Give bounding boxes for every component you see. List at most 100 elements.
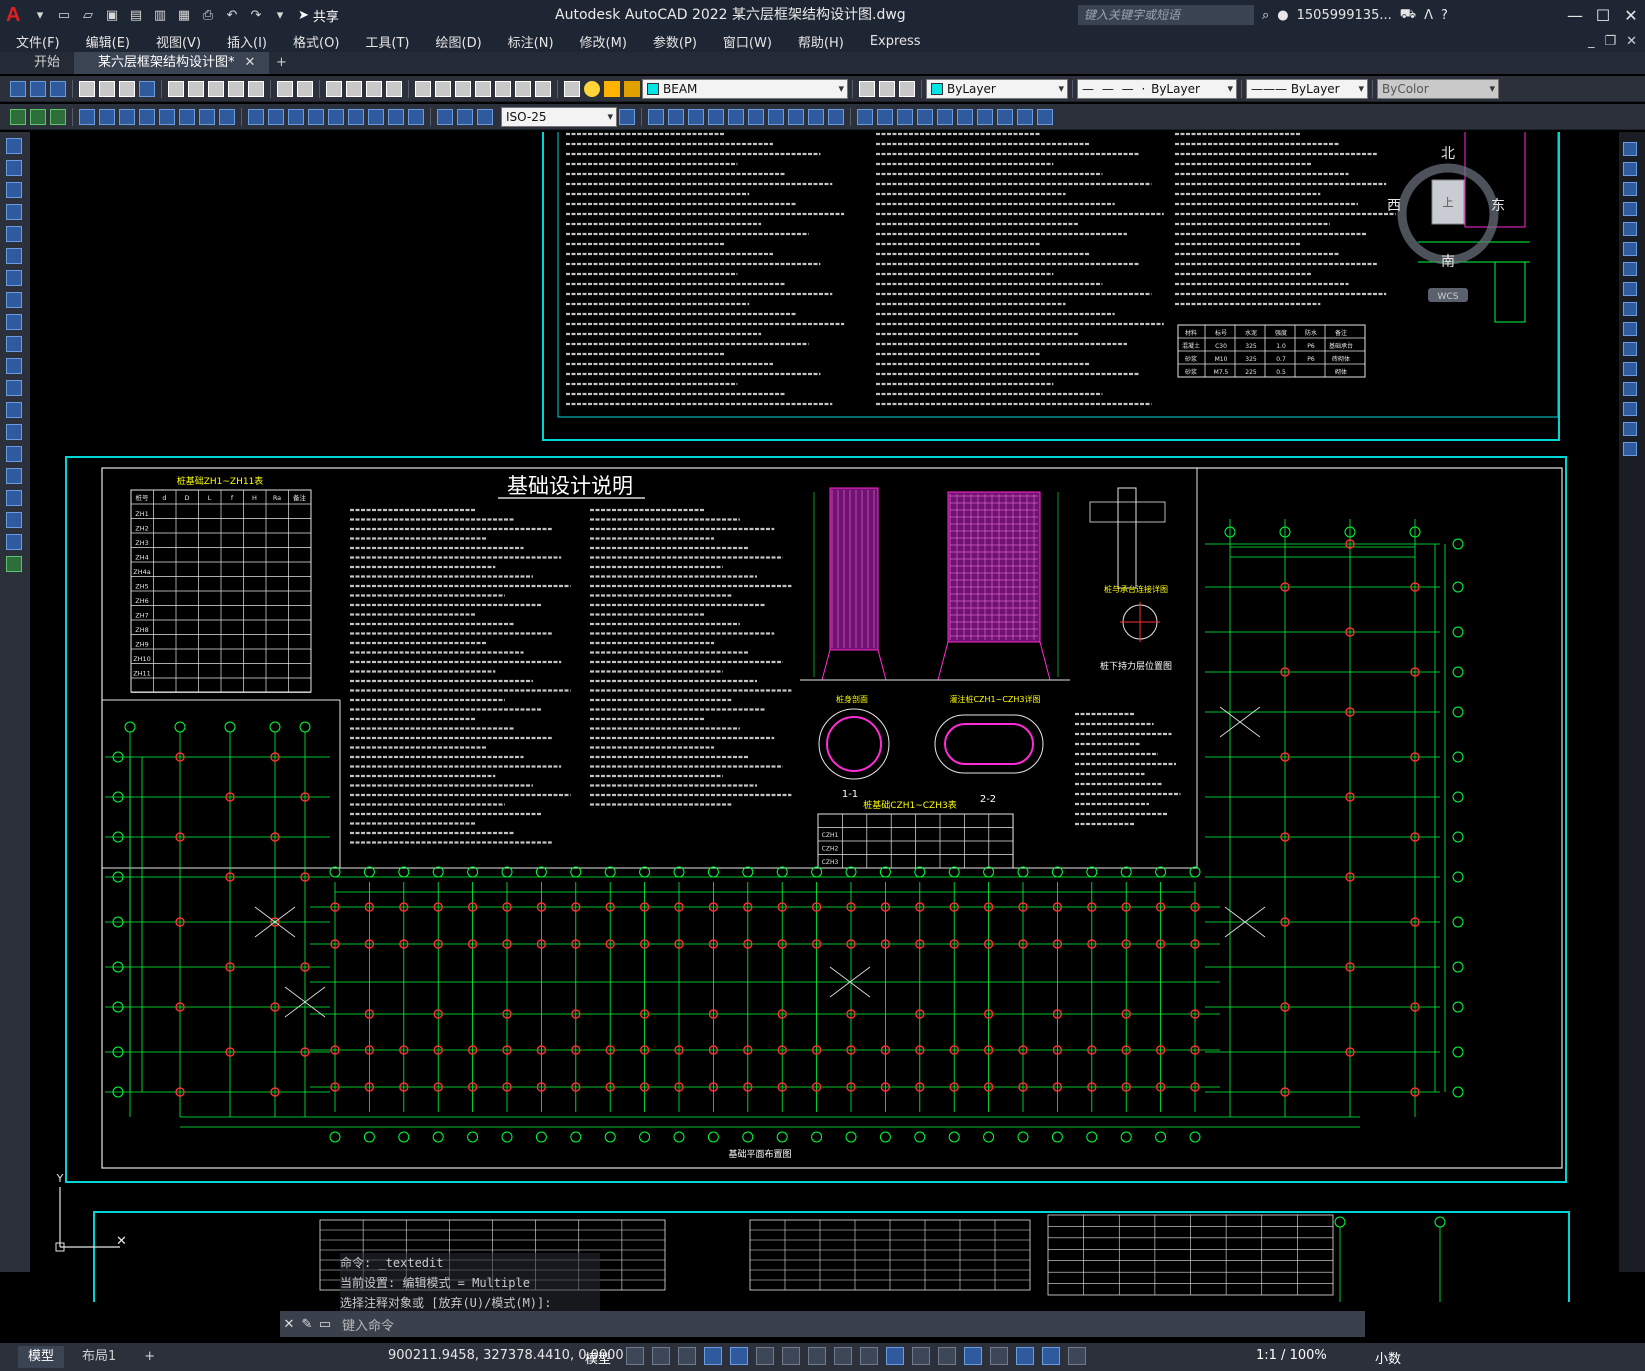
- layer-combo[interactable]: BEAM: [642, 78, 848, 99]
- rotate-icon[interactable]: [1623, 262, 1637, 276]
- add-selected-icon[interactable]: [6, 556, 22, 572]
- array-icon[interactable]: [1623, 222, 1637, 236]
- user-icon[interactable]: ●: [1277, 8, 1288, 23]
- gizmo-icon[interactable]: [1016, 1347, 1034, 1365]
- dim-angular-icon[interactable]: [219, 108, 235, 125]
- make-current-icon[interactable]: [859, 80, 875, 97]
- dim-baseline-icon[interactable]: [268, 108, 284, 125]
- maximize-button[interactable]: ☐: [1589, 0, 1617, 30]
- tb2-icon-1[interactable]: [10, 108, 26, 125]
- annotation-scale[interactable]: 1:1 / 100%: [1256, 1348, 1327, 1363]
- autocad-logo-icon[interactable]: A: [6, 4, 28, 26]
- plotstyle-combo[interactable]: ByColor: [1377, 78, 1499, 99]
- modify-icon-2[interactable]: [668, 108, 684, 125]
- modify-icon-8[interactable]: [788, 108, 804, 125]
- fillet-icon[interactable]: [1623, 422, 1637, 436]
- dim-text-edit-icon[interactable]: [457, 108, 473, 125]
- doc-restore-icon[interactable]: ❐: [1604, 34, 1616, 49]
- modify-icon-13[interactable]: [897, 108, 913, 125]
- spline-icon[interactable]: [6, 314, 22, 330]
- dynamic-ucs-icon[interactable]: [964, 1347, 982, 1365]
- plot-icon[interactable]: ⎙: [198, 5, 218, 25]
- dim-radius-icon[interactable]: [159, 108, 175, 125]
- dim-break-icon[interactable]: [328, 108, 344, 125]
- tb2-icon-3[interactable]: [50, 108, 66, 125]
- share-button[interactable]: ➤ 共享: [298, 6, 339, 25]
- modify-icon-20[interactable]: [1037, 108, 1053, 125]
- modify-icon-3[interactable]: [688, 108, 704, 125]
- modify-icon-14[interactable]: [917, 108, 933, 125]
- layer-state-icon[interactable]: [899, 80, 915, 97]
- new-layout-button[interactable]: +: [134, 1346, 165, 1368]
- save-icon[interactable]: ▣: [102, 5, 122, 25]
- menu-insert[interactable]: 插入(I): [227, 32, 267, 51]
- rectangle-icon[interactable]: [6, 226, 22, 242]
- model-space-button[interactable]: 模型: [585, 1348, 611, 1367]
- arc-icon[interactable]: [6, 248, 22, 264]
- cart-icon[interactable]: ⛟: [1400, 7, 1416, 24]
- 3d-print-icon[interactable]: [139, 80, 155, 97]
- units-readout[interactable]: 小数: [1375, 1348, 1401, 1367]
- design-center-icon[interactable]: [435, 80, 451, 97]
- close-cmd-icon[interactable]: ✕: [280, 1317, 298, 1332]
- annotation-visibility-icon[interactable]: [1042, 1347, 1060, 1365]
- ellipse-icon[interactable]: [6, 336, 22, 352]
- help-tb-icon[interactable]: [535, 80, 551, 97]
- selection-filter-icon[interactable]: [990, 1347, 1008, 1365]
- username[interactable]: 1505999135...: [1297, 8, 1392, 23]
- tab-drawing[interactable]: 某六层框架结构设计图* ✕: [74, 52, 270, 74]
- match-prop-icon[interactable]: [228, 80, 244, 97]
- layout-tab-layout1[interactable]: 布局1: [72, 1346, 126, 1368]
- layer-lock-icon[interactable]: [624, 80, 640, 97]
- search-input[interactable]: 键入关键字或短语: [1078, 5, 1254, 25]
- customize-cmd-icon[interactable]: ✎: [298, 1317, 316, 1332]
- dimstyle-manager-icon[interactable]: [619, 108, 635, 125]
- copy-obj-icon[interactable]: [1623, 162, 1637, 176]
- menu-file[interactable]: 文件(F): [16, 32, 60, 51]
- new-file-icon[interactable]: ▭: [54, 5, 74, 25]
- erase-icon[interactable]: [1623, 142, 1637, 156]
- menu-edit[interactable]: 编辑(E): [86, 32, 130, 51]
- command-input[interactable]: 键入命令: [342, 1315, 394, 1334]
- close-button[interactable]: ✕: [1617, 0, 1645, 30]
- copy-icon[interactable]: [188, 80, 204, 97]
- menu-express[interactable]: Express: [870, 34, 921, 49]
- modify-icon-11[interactable]: [857, 108, 873, 125]
- extend-icon[interactable]: [1623, 342, 1637, 356]
- osnap-icon[interactable]: [834, 1347, 852, 1365]
- close-tab-icon[interactable]: ✕: [245, 55, 256, 70]
- modify-icon-1[interactable]: [648, 108, 664, 125]
- menu-tools[interactable]: 工具(T): [365, 32, 409, 51]
- minimize-button[interactable]: —: [1561, 0, 1589, 30]
- join-icon[interactable]: [1623, 382, 1637, 396]
- lineweight-icon[interactable]: [860, 1347, 878, 1365]
- modify-icon-7[interactable]: [768, 108, 784, 125]
- menu-window[interactable]: 窗口(W): [723, 32, 772, 51]
- jogged-linear-icon[interactable]: [408, 108, 424, 125]
- menu-view[interactable]: 视图(V): [156, 32, 201, 51]
- autoscale-icon[interactable]: [1068, 1347, 1086, 1365]
- doc-close-icon[interactable]: ✕: [1626, 34, 1637, 49]
- layout-tab-model[interactable]: 模型: [18, 1346, 65, 1368]
- layer-freeze-icon[interactable]: [604, 80, 620, 97]
- polygon-icon[interactable]: [6, 204, 22, 220]
- modify-icon-10[interactable]: [828, 108, 844, 125]
- isodraft-icon[interactable]: [782, 1347, 800, 1365]
- modify-icon-5[interactable]: [728, 108, 744, 125]
- inspection-icon[interactable]: [388, 108, 404, 125]
- cut-icon[interactable]: [168, 80, 184, 97]
- polar-icon[interactable]: [756, 1347, 774, 1365]
- dim-edit-icon[interactable]: [437, 108, 453, 125]
- menu-format[interactable]: 格式(O): [293, 32, 339, 51]
- selection-cycling-icon[interactable]: [912, 1347, 930, 1365]
- modify-icon-18[interactable]: [997, 108, 1013, 125]
- ortho-icon[interactable]: [730, 1347, 748, 1365]
- circle-icon[interactable]: [6, 270, 22, 286]
- dim-arc-icon[interactable]: [119, 108, 135, 125]
- dim-jogged-icon[interactable]: [179, 108, 195, 125]
- dim-continue-icon[interactable]: [288, 108, 304, 125]
- customize-qat-icon[interactable]: ▾: [270, 5, 290, 25]
- layer-previous-icon[interactable]: [879, 80, 895, 97]
- snap-icon[interactable]: [652, 1347, 670, 1365]
- quickcalc-icon[interactable]: [515, 80, 531, 97]
